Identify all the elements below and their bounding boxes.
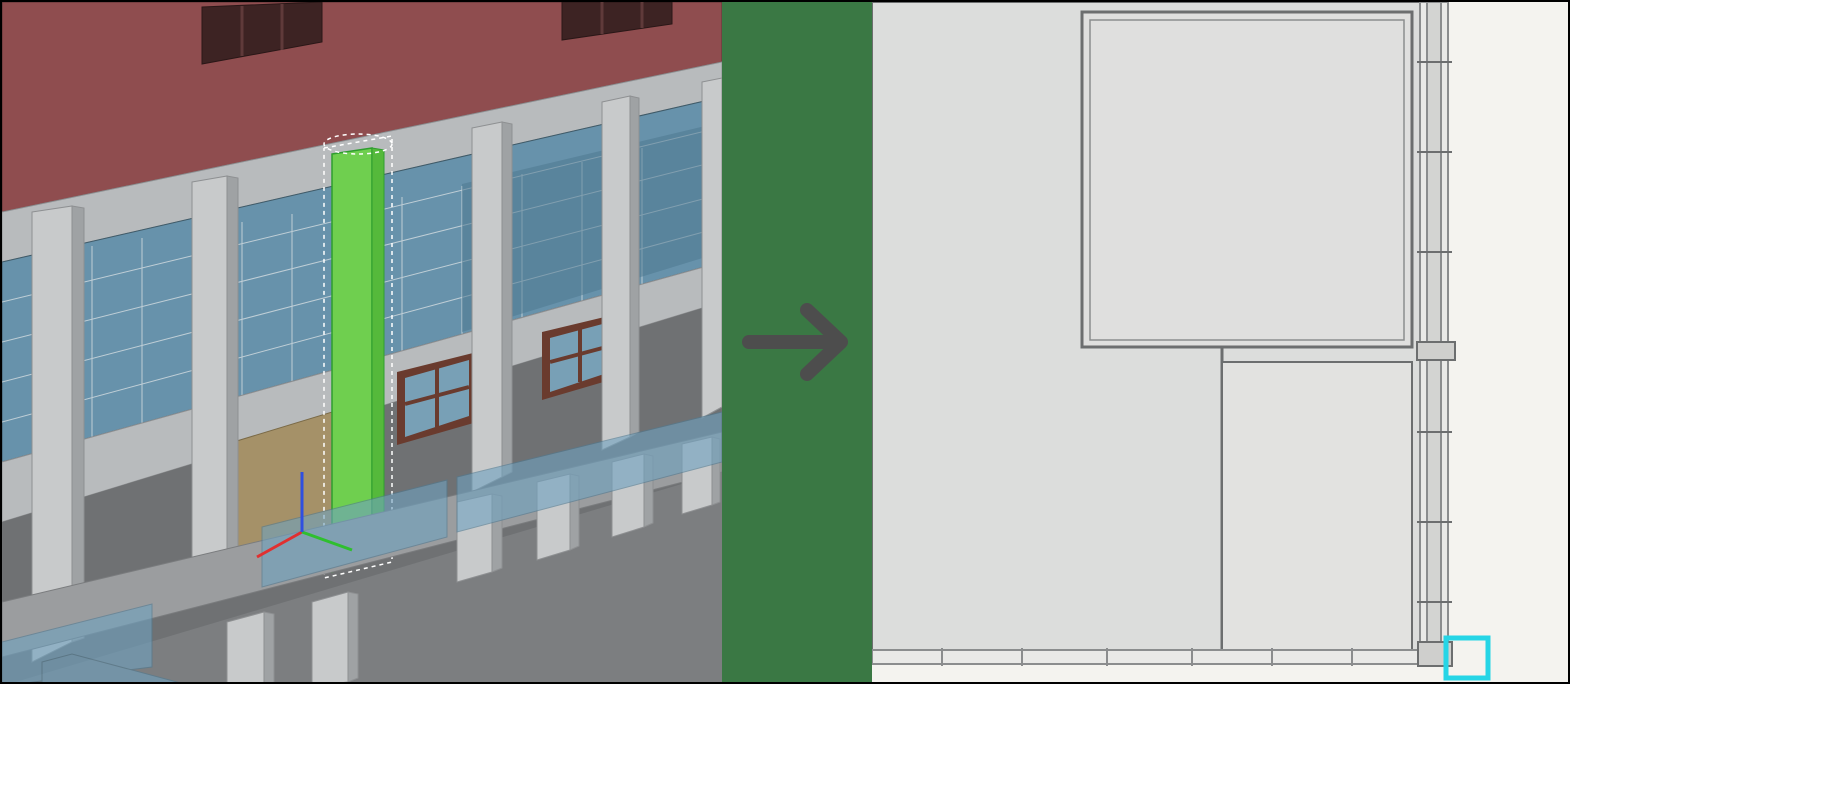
view-2d-canvas[interactable] xyxy=(872,2,1568,682)
view-3d[interactable] xyxy=(2,2,722,682)
separator-panel xyxy=(722,2,872,682)
view-2d[interactable] xyxy=(872,2,1568,682)
view-3d-canvas[interactable] xyxy=(2,2,722,682)
viewport-stage xyxy=(0,0,1570,684)
app-root xyxy=(0,0,1844,804)
arrow-right-icon xyxy=(737,282,857,402)
